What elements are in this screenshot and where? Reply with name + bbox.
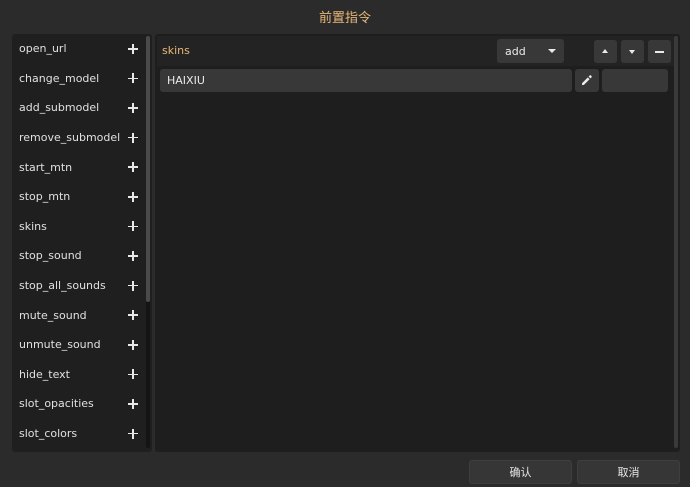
list-item[interactable]: open_url [12, 34, 145, 64]
value-input-text: HAIXIU [167, 74, 205, 87]
extra-value-input[interactable] [602, 69, 668, 92]
command-label: skins [19, 219, 47, 233]
list-item[interactable]: remove_submodel [12, 123, 145, 153]
plus-icon[interactable] [127, 161, 139, 173]
list-item[interactable]: stop_all_sounds [12, 271, 145, 301]
remove-button[interactable] [648, 40, 671, 63]
plus-icon[interactable] [127, 309, 139, 321]
list-item[interactable]: add_submodel [12, 93, 145, 123]
command-label: slot_colors [19, 427, 78, 441]
command-label: hide_text [19, 367, 70, 381]
plus-icon[interactable] [127, 72, 139, 84]
plus-icon[interactable] [127, 339, 139, 351]
plus-icon[interactable] [127, 191, 139, 203]
list-item[interactable]: unmute_sound [12, 330, 145, 360]
list-item[interactable]: slot_colors [12, 419, 145, 449]
list-item[interactable]: slot_opacities [12, 389, 145, 419]
list-item[interactable]: start_mtn [12, 152, 145, 182]
command-label: open_url [19, 42, 67, 56]
plus-icon[interactable] [127, 102, 139, 114]
title-bar: 前置指令 [0, 0, 690, 32]
move-down-button[interactable] [621, 40, 644, 63]
command-editor-panel: skins add HAIXIU [155, 34, 680, 452]
mode-select-value: add [505, 44, 526, 58]
plus-icon[interactable] [127, 280, 139, 292]
triangle-down-icon [629, 50, 635, 54]
mode-select[interactable]: add [497, 39, 564, 63]
command-list: open_url change_model add_submodel remov… [12, 34, 145, 448]
plus-icon[interactable] [127, 43, 139, 55]
command-label: change_model [19, 71, 100, 85]
list-item[interactable]: stop_sound [12, 241, 145, 271]
command-list-panel: open_url change_model add_submodel remov… [12, 34, 152, 452]
list-item[interactable]: change_model [12, 64, 145, 94]
command-label: unmute_sound [19, 338, 101, 352]
list-item[interactable]: mute_sound [12, 300, 145, 330]
move-up-button[interactable] [594, 40, 617, 63]
command-name: skins [162, 44, 190, 57]
command-list-scrollbar[interactable] [146, 36, 150, 448]
list-item[interactable]: skins [12, 212, 145, 242]
command-label: add_submodel [19, 101, 100, 115]
plus-icon[interactable] [127, 220, 139, 232]
command-label: remove_submodel [19, 131, 121, 145]
cancel-button[interactable]: 取消 [577, 460, 680, 484]
plus-icon[interactable] [127, 368, 139, 380]
value-input[interactable]: HAIXIU [160, 69, 572, 92]
list-item[interactable]: stop_mtn [12, 182, 145, 212]
command-label: slot_opacities [19, 397, 94, 411]
command-label: stop_all_sounds [19, 279, 106, 293]
dialog-title: 前置指令 [318, 10, 371, 26]
pencil-icon [582, 75, 592, 85]
list-item[interactable]: hide_text [12, 360, 145, 390]
command-label: mute_sound [19, 308, 87, 322]
command-label: stop_mtn [19, 190, 71, 204]
command-label: start_mtn [19, 160, 73, 174]
plus-icon[interactable] [127, 428, 139, 440]
cancel-label: 取消 [617, 466, 640, 479]
plus-icon[interactable] [127, 398, 139, 410]
confirm-button[interactable]: 确认 [469, 460, 572, 484]
edit-button[interactable] [575, 69, 599, 92]
chevron-down-icon [548, 49, 556, 53]
triangle-up-icon [602, 49, 608, 53]
scrollbar-thumb[interactable] [146, 36, 150, 302]
editor-scrollbar[interactable] [674, 36, 678, 448]
plus-icon[interactable] [127, 250, 139, 262]
plus-icon[interactable] [127, 132, 139, 144]
command-label: stop_sound [19, 249, 82, 263]
confirm-label: 确认 [509, 466, 532, 479]
minus-icon [655, 51, 664, 53]
command-row-header: skins add [157, 36, 675, 66]
